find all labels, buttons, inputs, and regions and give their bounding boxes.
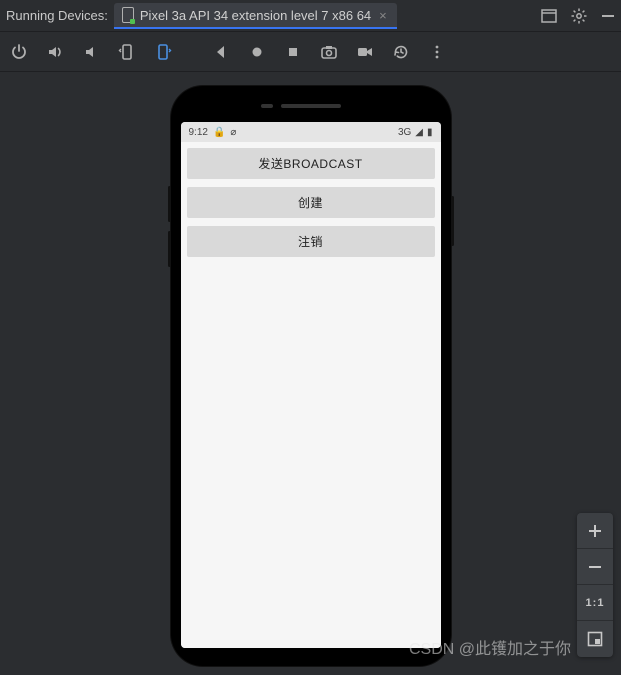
app-content: 发送BROADCAST 创建 注销	[181, 142, 441, 648]
device-name: Pixel 3a API 34 extension level 7 x86 64	[140, 8, 371, 23]
zoom-controls: 1:1	[577, 513, 613, 657]
emulator-stage: 9:12 🔒 ⌀ 3G ◢ ▮ 发送BROADCAST 创建 注销	[0, 72, 621, 675]
speaker-decoration	[281, 104, 341, 108]
back-icon[interactable]	[212, 43, 230, 61]
create-button[interactable]: 创建	[187, 187, 435, 218]
tab-bar: Running Devices: Pixel 3a API 34 extensi…	[0, 0, 621, 32]
device-screen[interactable]: 9:12 🔒 ⌀ 3G ◢ ▮ 发送BROADCAST 创建 注销	[181, 122, 441, 648]
zoom-fit-button[interactable]	[577, 621, 613, 657]
zoom-in-button[interactable]	[577, 513, 613, 549]
android-status-bar: 9:12 🔒 ⌀ 3G ◢ ▮	[181, 122, 441, 142]
side-button	[168, 186, 171, 222]
record-icon[interactable]	[248, 43, 266, 61]
unregister-button[interactable]: 注销	[187, 226, 435, 257]
close-icon[interactable]: ×	[377, 8, 389, 23]
side-button	[451, 196, 454, 246]
debug-icon: ⌀	[230, 127, 236, 138]
network-label: 3G	[398, 127, 411, 138]
signal-icon: ◢	[415, 127, 423, 138]
zoom-out-button[interactable]	[577, 549, 613, 585]
status-time: 9:12	[189, 127, 208, 138]
history-icon[interactable]	[392, 43, 410, 61]
running-devices-label: Running Devices:	[6, 8, 108, 23]
phone-icon	[122, 7, 134, 23]
device-tab[interactable]: Pixel 3a API 34 extension level 7 x86 64…	[114, 3, 397, 29]
broadcast-button[interactable]: 发送BROADCAST	[187, 148, 435, 179]
emulator-toolbar	[0, 32, 621, 72]
more-icon[interactable]	[428, 43, 446, 61]
gear-icon[interactable]	[571, 8, 587, 24]
volume-up-icon[interactable]	[46, 43, 64, 61]
power-icon[interactable]	[10, 43, 28, 61]
window-icon[interactable]	[541, 9, 557, 23]
screenshot-icon[interactable]	[320, 43, 338, 61]
stop-icon[interactable]	[284, 43, 302, 61]
zoom-actual-button[interactable]: 1:1	[577, 585, 613, 621]
rotate-right-icon[interactable]	[154, 43, 172, 61]
device-frame: 9:12 🔒 ⌀ 3G ◢ ▮ 发送BROADCAST 创建 注销	[171, 86, 451, 666]
rotate-left-icon[interactable]	[118, 43, 136, 61]
lock-icon: 🔒	[213, 127, 225, 138]
video-icon[interactable]	[356, 43, 374, 61]
volume-down-icon[interactable]	[82, 43, 100, 61]
battery-icon: ▮	[427, 127, 433, 138]
side-button	[168, 231, 171, 267]
minimize-icon[interactable]	[601, 9, 615, 23]
